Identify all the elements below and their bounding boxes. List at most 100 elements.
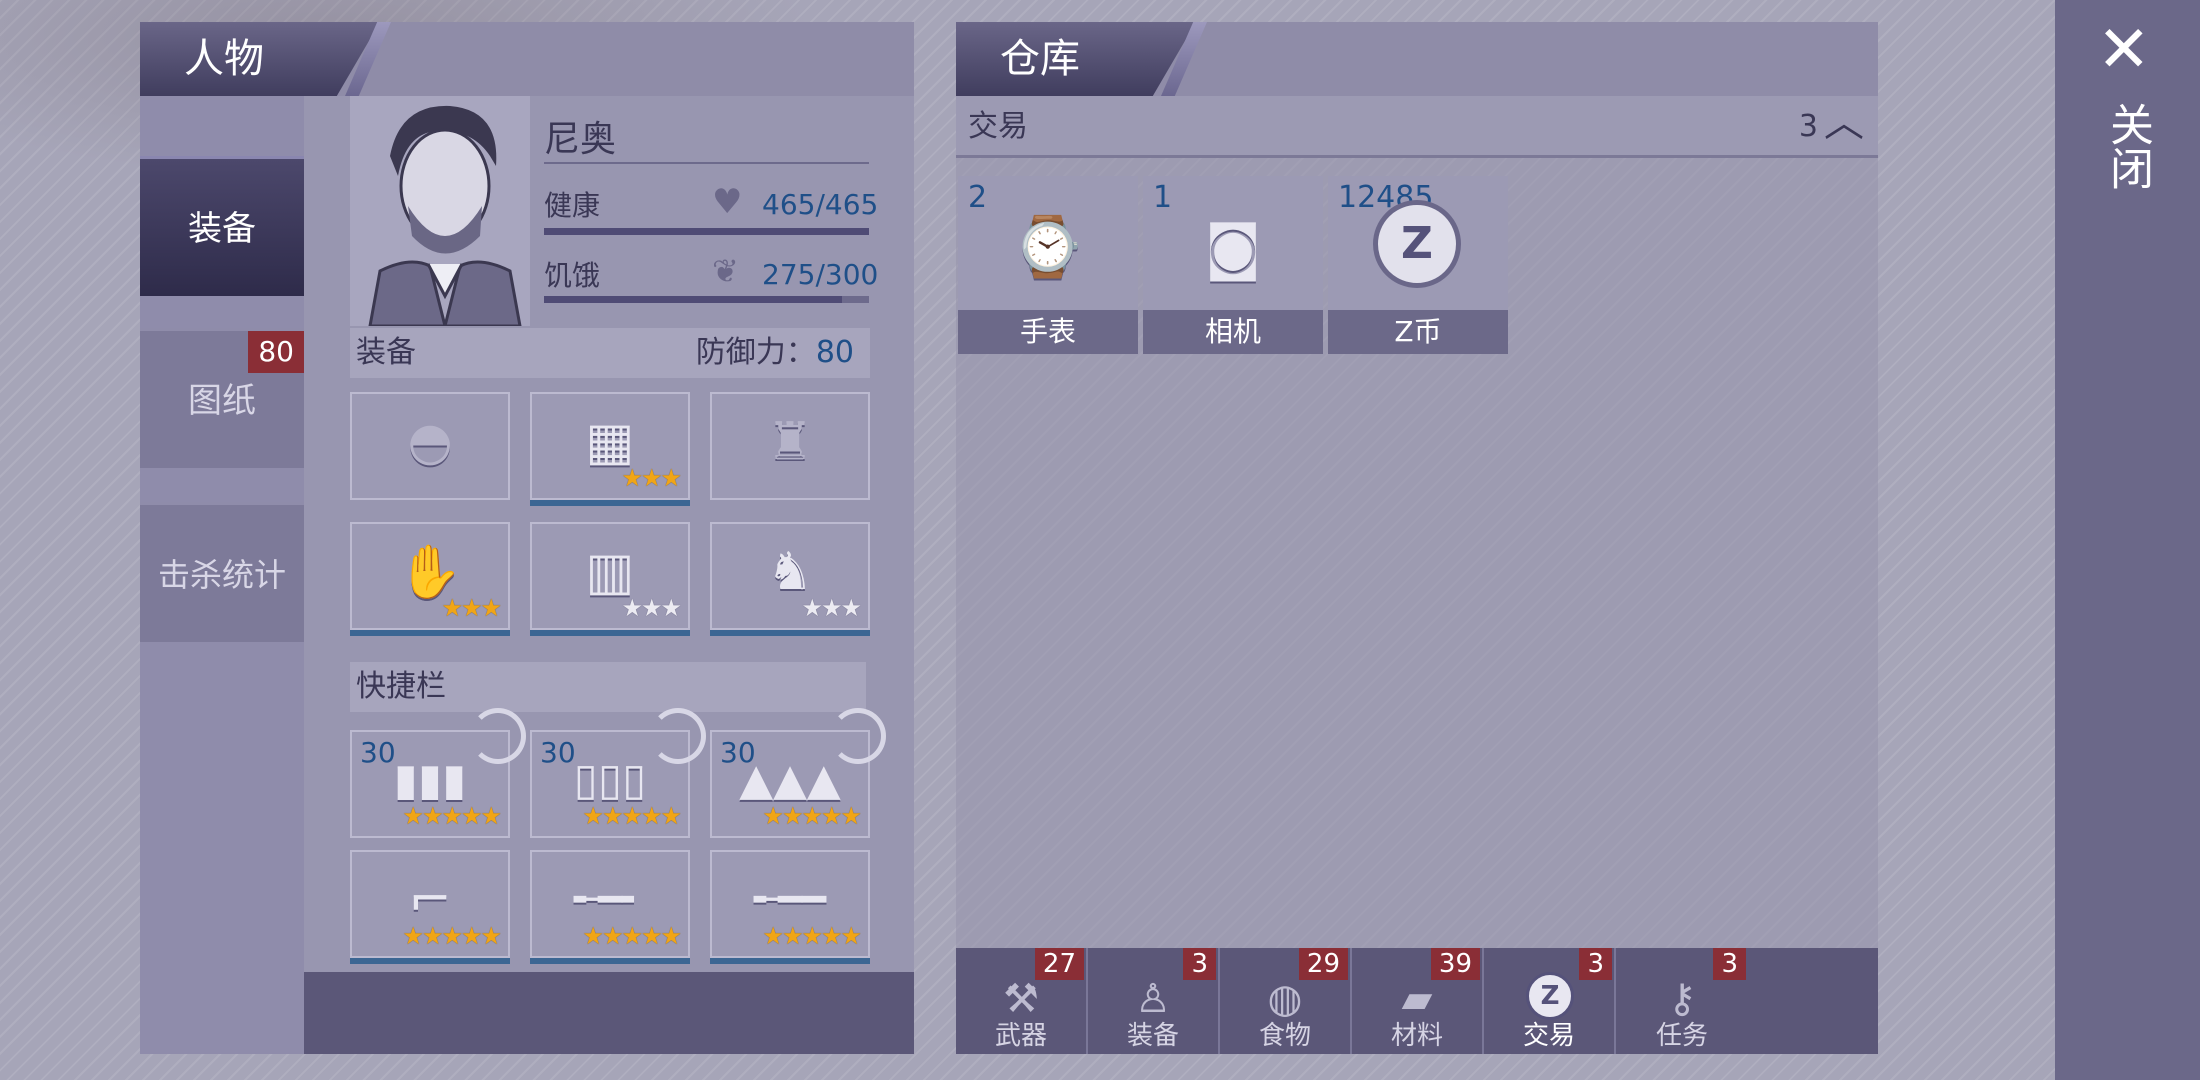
defense-display: 防御力：80 <box>696 328 854 378</box>
heart-icon: ♥ <box>712 182 743 222</box>
shotgun-shells-icon: ▯▯▯ <box>573 754 647 806</box>
category-count: 3 <box>1798 109 1818 144</box>
rifle-ammo-icon: ▲▲▲ <box>739 754 841 806</box>
blueprints-badge: 80 <box>248 331 304 373</box>
tab-equipment-label: 装备 <box>188 209 256 249</box>
stomach-icon: ❦ <box>712 252 739 290</box>
equip-slot-body-armor[interactable]: ▦ ★★★ <box>530 392 690 506</box>
category-label: 交易 <box>968 109 1028 144</box>
item-watch[interactable]: 2 ⌚ 手表 <box>958 176 1138 354</box>
durability-bar <box>530 630 690 636</box>
item-label: Z币 <box>1328 310 1508 354</box>
durability-bar <box>710 630 870 636</box>
star-rating: ★★★★★ <box>762 922 862 950</box>
durability-bar <box>350 958 510 964</box>
close-icon[interactable]: ✕ <box>2097 18 2151 82</box>
helmet-icon: ◓ <box>407 411 453 472</box>
tab-badge: 3 <box>1713 948 1746 980</box>
item-z-coin[interactable]: 12485 Z Z币 <box>1328 176 1508 354</box>
camera-icon: ◙ <box>1204 213 1262 282</box>
category-header[interactable]: 交易 3 ︿ <box>956 96 1878 158</box>
rifle-icon: ╾━━ <box>753 876 827 923</box>
shorts-icon: ▥ <box>585 541 635 602</box>
warehouse-panel: 仓库 交易 3 ︿ 2 ⌚ 手表 1 ◙ 相机 12485 Z Z币 ⚒ 27 … <box>956 22 1878 1054</box>
pistol-ammo-icon: ▮▮▮ <box>393 754 467 806</box>
star-rating: ★★★ <box>621 464 682 492</box>
defense-label: 防御力： <box>695 335 816 370</box>
star-rating: ★★★ <box>801 594 862 622</box>
tab-quests[interactable]: ⚷ 3 任务 <box>1616 948 1748 1054</box>
key-icon: ⚷ <box>1667 975 1697 1022</box>
equip-slot-gloves[interactable]: ✋ ★★★ <box>350 522 510 636</box>
swap-icon[interactable] <box>830 708 886 764</box>
close-label[interactable]: 关闭 <box>2102 102 2153 190</box>
tab-label: 任务 <box>1655 1021 1708 1051</box>
tab-gear[interactable]: ♙ 3 装备 <box>1088 948 1220 1054</box>
tab-badge: 3 <box>1183 948 1216 980</box>
durability-bar <box>350 630 510 636</box>
equip-slot-jacket[interactable]: ♜ <box>710 392 870 500</box>
character-footer <box>304 972 914 1054</box>
warehouse-tab-bar: ⚒ 27 武器 ♙ 3 装备 ◍ 29 食物 ▰ 39 材料 Z 3 交易 ⚷ … <box>956 948 1878 1054</box>
defense-value: 80 <box>815 335 854 370</box>
tab-label: 食物 <box>1258 1021 1311 1051</box>
item-label: 相机 <box>1143 310 1323 354</box>
hunger-value: 275/300 <box>762 258 879 291</box>
shirt-icon: ♙ <box>1135 975 1171 1022</box>
tab-kill-stats[interactable]: 击杀统计 <box>140 502 304 642</box>
star-rating: ★★★★★ <box>762 802 862 830</box>
health-bar-fill <box>544 228 869 235</box>
quickbar-label: 快捷栏 <box>356 669 446 704</box>
durability-bar <box>530 500 690 506</box>
equip-slot-pants[interactable]: ▥ ★★★ <box>530 522 690 636</box>
shotgun-icon: ╾━╸ <box>573 876 647 923</box>
hunger-bar-fill <box>544 296 843 303</box>
quick-slot-weapon-3[interactable]: ╾━━ ★★★★★ <box>710 850 870 964</box>
tab-badge: 3 <box>1579 948 1612 980</box>
character-header: 人物 <box>140 22 914 96</box>
name-underline <box>544 162 869 164</box>
tab-materials[interactable]: ▰ 39 材料 <box>1352 948 1484 1054</box>
tab-kill-stats-label: 击杀统计 <box>157 556 286 594</box>
warehouse-header: 仓库 <box>956 22 1878 96</box>
star-rating: ★★★ <box>441 594 502 622</box>
tab-food[interactable]: ◍ 29 食物 <box>1220 948 1352 1054</box>
wood-log-icon: ▰ <box>1401 975 1433 1022</box>
tab-label: 材料 <box>1390 1021 1443 1051</box>
item-count: 2 <box>968 180 988 215</box>
character-portrait <box>350 96 530 326</box>
durability-bar <box>710 958 870 964</box>
watch-icon: ⌚ <box>1011 212 1085 281</box>
tab-trade[interactable]: Z 3 交易 <box>1484 948 1616 1054</box>
equip-slot-shoes[interactable]: ♞ ★★★ <box>710 522 870 636</box>
tab-badge: 39 <box>1430 948 1480 980</box>
ammo-count: 30 <box>540 736 576 769</box>
equipment-content: 尼奥 健康 ♥ 465/465 饥饿 ❦ 275/300 装备 防御力：80 ◓… <box>304 96 914 972</box>
z-coin-icon: Z <box>1526 972 1574 1020</box>
swap-icon[interactable] <box>650 708 706 764</box>
item-count: 1 <box>1153 180 1173 215</box>
star-rating: ★★★★★ <box>582 802 682 830</box>
revolver-icon: ⌐ <box>408 869 452 930</box>
tab-equipment[interactable]: 装备 <box>140 156 304 296</box>
quick-slot-weapon-2[interactable]: ╾━╸ ★★★★★ <box>530 850 690 964</box>
jacket-icon: ♜ <box>766 411 814 472</box>
tab-badge: 29 <box>1298 948 1348 980</box>
tab-weapons[interactable]: ⚒ 27 武器 <box>956 948 1088 1054</box>
warehouse-title: 仓库 <box>956 22 1196 96</box>
tab-blueprints[interactable]: 图纸 80 <box>140 328 304 468</box>
boots-icon: ♞ <box>766 541 814 602</box>
health-bar <box>544 228 869 235</box>
equip-slot-head[interactable]: ◓ <box>350 392 510 500</box>
tab-label: 装备 <box>1126 1021 1179 1051</box>
close-panel[interactable]: ✕ 关闭 <box>2055 0 2200 1080</box>
quick-slot-weapon-1[interactable]: ⌐ ★★★★★ <box>350 850 510 964</box>
bread-icon: ◍ <box>1267 975 1303 1022</box>
hunger-label: 饥饿 <box>544 259 601 292</box>
tab-label: 交易 <box>1522 1021 1575 1051</box>
hunger-bar <box>544 296 869 303</box>
z-coin-icon: Z <box>1373 200 1461 288</box>
item-camera[interactable]: 1 ◙ 相机 <box>1143 176 1323 354</box>
swap-icon[interactable] <box>470 708 526 764</box>
chevron-up-icon[interactable]: ︿ <box>1824 92 1864 154</box>
